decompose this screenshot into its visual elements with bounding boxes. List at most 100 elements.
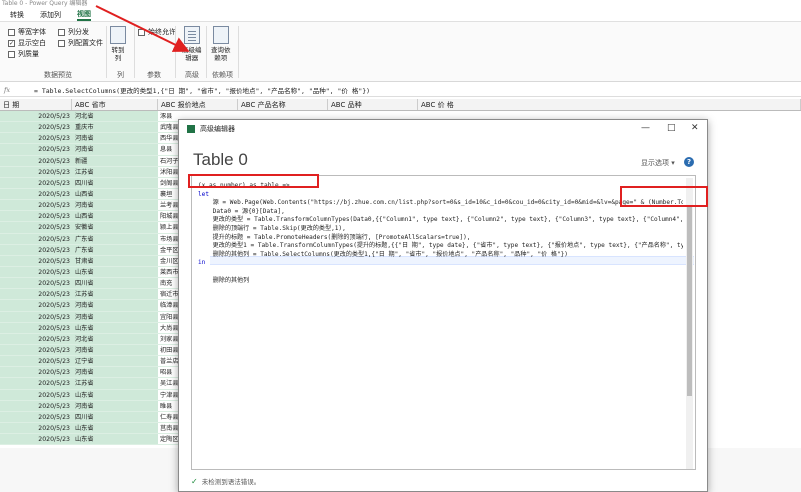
table-cell[interactable]: 2020/5/23 bbox=[0, 400, 72, 411]
table-cell[interactable]: 河南省 bbox=[72, 133, 158, 144]
col-header-product[interactable]: ABC 产品名称 bbox=[238, 99, 328, 110]
table-row[interactable]: 2020/5/23 山东省 莱西市 bbox=[0, 266, 181, 279]
code-line[interactable]: in bbox=[198, 259, 683, 268]
table-cell[interactable]: 2020/5/23 bbox=[0, 422, 72, 434]
check-column-profile[interactable]: 列配置文件 bbox=[58, 38, 103, 48]
col-header-price[interactable]: ABC 价 格 bbox=[418, 99, 801, 110]
table-row[interactable]: 2020/5/23 安徽省 颍上县 bbox=[0, 222, 181, 234]
formula-bar[interactable]: fx = Table.SelectColumns(更改的类型1,{"日 期", … bbox=[0, 84, 801, 97]
maximize-icon[interactable]: □ bbox=[667, 123, 676, 133]
table-cell[interactable]: 甘肃省 bbox=[72, 255, 158, 266]
table-cell[interactable]: 2020/5/23 bbox=[0, 211, 72, 222]
code-line[interactable]: 删除的其他列 bbox=[198, 277, 683, 286]
table-cell[interactable]: 2020/5/23 bbox=[0, 233, 72, 244]
check-monospace[interactable]: 等宽字体 bbox=[8, 27, 46, 37]
table-row[interactable]: 2020/5/23 山东省 大尚县 bbox=[0, 322, 181, 334]
table-row[interactable]: 2020/5/23 山东省 定陶区 bbox=[0, 434, 181, 446]
code-line[interactable]: (x as number) as table => bbox=[198, 182, 683, 191]
table-cell[interactable]: 河南省 bbox=[72, 200, 158, 211]
table-cell[interactable]: 2020/5/23 bbox=[0, 389, 72, 400]
table-cell[interactable]: 山东省 bbox=[72, 322, 158, 333]
table-cell[interactable]: 2020/5/23 bbox=[0, 144, 72, 155]
table-cell[interactable]: 2020/5/23 bbox=[0, 166, 72, 177]
table-cell[interactable]: 2020/5/23 bbox=[0, 322, 72, 333]
table-row[interactable]: 2020/5/23 河南省 临漳县 bbox=[0, 300, 181, 312]
table-cell[interactable]: 四川省 bbox=[72, 177, 158, 188]
code-editor[interactable]: (x as number) as table => let 源 = Web.Pag… bbox=[191, 175, 696, 470]
table-row[interactable]: 2020/5/23 河南省 西华县 bbox=[0, 133, 181, 145]
menu-transform[interactable]: 转换 bbox=[10, 10, 24, 20]
table-cell[interactable]: 2020/5/23 bbox=[0, 356, 72, 367]
display-options-button[interactable]: 显示选项 ▾ bbox=[641, 158, 675, 168]
code-line[interactable]: 更改的类型1 = Table.TransformColumnTypes(提升的标… bbox=[198, 242, 683, 251]
table-row[interactable]: 2020/5/23 四川省 南充 bbox=[0, 278, 181, 290]
table-row[interactable]: 2020/5/23 河北省 涿县 bbox=[0, 111, 181, 123]
table-cell[interactable]: 2020/5/23 bbox=[0, 266, 72, 278]
table-cell[interactable]: 2020/5/23 bbox=[0, 300, 72, 311]
check-show-whitespace[interactable]: ✓ 显示空白 bbox=[8, 38, 46, 48]
table-cell[interactable]: 2020/5/23 bbox=[0, 333, 72, 344]
advanced-editor-button[interactable]: 高级编 辑器 bbox=[182, 26, 202, 62]
table-cell[interactable]: 2020/5/23 bbox=[0, 289, 72, 300]
table-cell[interactable]: 2020/5/23 bbox=[0, 200, 72, 211]
table-cell[interactable]: 山东省 bbox=[72, 422, 158, 434]
table-cell[interactable]: 江苏省 bbox=[72, 378, 158, 389]
col-header-date[interactable]: 日 期 bbox=[0, 99, 72, 110]
table-cell[interactable]: 新疆 bbox=[72, 155, 158, 166]
table-cell[interactable]: 2020/5/23 bbox=[0, 244, 72, 255]
table-cell[interactable]: 河南省 bbox=[72, 344, 158, 356]
table-cell[interactable]: 河南省 bbox=[72, 300, 158, 311]
table-row[interactable]: 2020/5/23 河南省 兰考县 bbox=[0, 200, 181, 212]
menu-view[interactable]: 视图 bbox=[77, 9, 91, 21]
table-row[interactable]: 2020/5/23 广东省 市场县 bbox=[0, 233, 181, 245]
table-row[interactable]: 2020/5/23 河南省 息县 bbox=[0, 144, 181, 156]
table-cell[interactable]: 2020/5/23 bbox=[0, 133, 72, 144]
table-cell[interactable]: 2020/5/23 bbox=[0, 378, 72, 389]
table-row[interactable]: 2020/5/23 河南省 昭县 bbox=[0, 367, 181, 379]
table-cell[interactable]: 四川省 bbox=[72, 411, 158, 422]
table-cell[interactable]: 2020/5/23 bbox=[0, 311, 72, 322]
table-cell[interactable]: 2020/5/23 bbox=[0, 344, 72, 356]
table-cell[interactable]: 辽宁省 bbox=[72, 356, 158, 367]
table-cell[interactable]: 河北省 bbox=[72, 333, 158, 344]
col-header-province[interactable]: ABC 省市 bbox=[72, 99, 158, 110]
table-cell[interactable]: 河南省 bbox=[72, 144, 158, 155]
menu-add-column[interactable]: 添加列 bbox=[40, 10, 61, 20]
table-row[interactable]: 2020/5/23 甘肃省 金川区 bbox=[0, 255, 181, 267]
check-column-distribution[interactable]: 列分发 bbox=[58, 27, 89, 37]
table-cell[interactable]: 江苏省 bbox=[72, 166, 158, 177]
table-cell[interactable]: 2020/5/23 bbox=[0, 278, 72, 289]
table-row[interactable]: 2020/5/23 江苏省 吴江县 bbox=[0, 378, 181, 390]
minimize-icon[interactable]: — bbox=[641, 123, 650, 133]
table-cell[interactable]: 山东省 bbox=[72, 389, 158, 400]
table-cell[interactable]: 2020/5/23 bbox=[0, 111, 72, 122]
table-cell[interactable]: 2020/5/23 bbox=[0, 177, 72, 188]
table-row[interactable]: 2020/5/23 山西省 襄垣 bbox=[0, 188, 181, 201]
table-cell[interactable]: 河南省 bbox=[72, 367, 158, 378]
col-header-location[interactable]: ABC 报价地点 bbox=[158, 99, 238, 110]
table-row[interactable]: 2020/5/23 四川省 剑阁县 bbox=[0, 177, 181, 189]
code-line[interactable]: 源 = Web.Page(Web.Contents("https://bj.zh… bbox=[198, 199, 683, 208]
table-cell[interactable]: 河南省 bbox=[72, 311, 158, 322]
table-cell[interactable]: 广东省 bbox=[72, 233, 158, 244]
code-line[interactable]: 删除的顶端行 = Table.Skip(更改的类型,1), bbox=[198, 225, 683, 234]
table-cell[interactable]: 重庆市 bbox=[72, 122, 158, 133]
table-cell[interactable]: 广东省 bbox=[72, 244, 158, 255]
vertical-scrollbar[interactable] bbox=[686, 178, 693, 469]
check-always-allow[interactable]: 始终允许 bbox=[138, 27, 176, 37]
table-row[interactable]: 2020/5/23 四川省 仁寿县 bbox=[0, 411, 181, 423]
check-column-quality[interactable]: 列质量 bbox=[8, 49, 39, 59]
table-cell[interactable]: 山西省 bbox=[72, 211, 158, 222]
table-cell[interactable]: 江苏省 bbox=[72, 289, 158, 300]
table-row[interactable]: 2020/5/23 新疆 石河子 bbox=[0, 155, 181, 167]
table-cell[interactable]: 2020/5/23 bbox=[0, 122, 72, 133]
table-row[interactable]: 2020/5/23 河南省 初田县 bbox=[0, 344, 181, 357]
code-line[interactable]: 提升的标题 = Table.PromoteHeaders(删除的顶端行, [Pr… bbox=[198, 234, 683, 243]
query-dependencies-button[interactable]: 查询依 赖项 bbox=[211, 26, 231, 62]
table-row[interactable]: 2020/5/23 江苏省 宿迁市 bbox=[0, 289, 181, 301]
table-cell[interactable]: 山东省 bbox=[72, 434, 158, 445]
table-cell[interactable]: 河北省 bbox=[72, 111, 158, 122]
table-row[interactable]: 2020/5/23 河南省 睢县 bbox=[0, 400, 181, 412]
table-cell[interactable]: 山东省 bbox=[72, 266, 158, 278]
table-cell[interactable]: 2020/5/23 bbox=[0, 411, 72, 422]
